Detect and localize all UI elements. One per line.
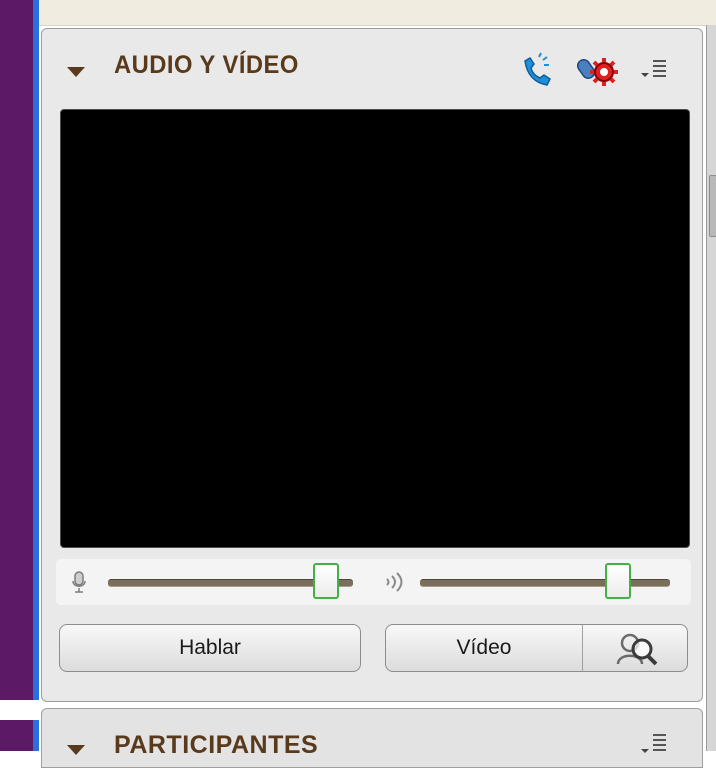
audio-video-panel: AUDIO Y VÍDEO Hablar Vídeo bbox=[41, 28, 703, 702]
left-window-strip bbox=[0, 0, 33, 751]
panel-title: AUDIO Y VÍDEO bbox=[114, 51, 299, 79]
top-bar bbox=[39, 0, 716, 26]
menu-icon[interactable] bbox=[639, 53, 669, 87]
participants-panel: PARTICIPANTES bbox=[41, 708, 703, 768]
video-button[interactable]: Vídeo bbox=[385, 624, 583, 672]
microphone-volume-thumb[interactable] bbox=[313, 563, 339, 599]
scrollbar-thumb[interactable] bbox=[709, 175, 716, 237]
window-edge bbox=[33, 0, 39, 751]
panel-header: AUDIO Y VÍDEO bbox=[42, 29, 702, 107]
video-preview-button[interactable] bbox=[582, 624, 688, 672]
video-display bbox=[60, 109, 690, 548]
collapse-triangle-icon[interactable] bbox=[67, 745, 85, 755]
speaker-icon bbox=[386, 572, 403, 592]
collapse-triangle-icon[interactable] bbox=[67, 67, 85, 77]
video-button-group: Vídeo bbox=[385, 624, 688, 672]
speaker-volume-thumb[interactable] bbox=[605, 563, 631, 599]
scrollbar[interactable] bbox=[706, 25, 716, 751]
microphone-icon bbox=[72, 571, 86, 593]
talk-button[interactable]: Hablar bbox=[59, 624, 361, 672]
phone-icon[interactable] bbox=[517, 51, 555, 91]
volume-sliders bbox=[56, 559, 691, 605]
mic-settings-icon[interactable] bbox=[577, 51, 619, 91]
gap bbox=[0, 700, 39, 720]
participants-title: PARTICIPANTES bbox=[114, 731, 319, 759]
speaker-volume-track[interactable] bbox=[420, 579, 670, 587]
preview-icon bbox=[616, 633, 658, 666]
menu-icon[interactable] bbox=[639, 729, 669, 759]
